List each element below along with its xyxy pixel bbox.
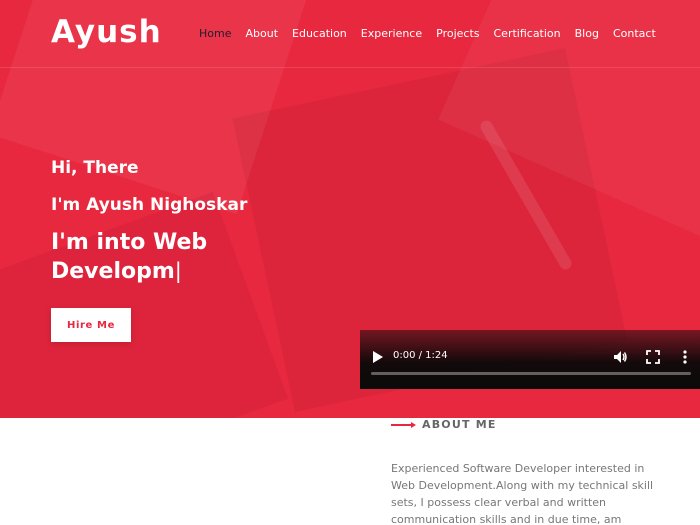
nav-item-home[interactable]: Home bbox=[199, 27, 231, 40]
background-shape bbox=[0, 191, 288, 418]
nav-item-blog[interactable]: Blog bbox=[575, 27, 599, 40]
video-player[interactable]: 0:00 / 1:24 bbox=[360, 330, 700, 389]
nav-item-certification[interactable]: Certification bbox=[494, 27, 561, 40]
nav-item-experience[interactable]: Experience bbox=[361, 27, 422, 40]
hero-name: I'm Ayush Nighoskar bbox=[51, 195, 248, 215]
hero-greeting: Hi, There bbox=[51, 158, 139, 178]
hire-me-button[interactable]: Hire Me bbox=[51, 308, 131, 342]
volume-icon[interactable] bbox=[612, 349, 628, 365]
typing-cursor: | bbox=[174, 259, 182, 283]
nav-item-about[interactable]: About bbox=[245, 27, 278, 40]
nav-item-contact[interactable]: Contact bbox=[613, 27, 656, 40]
video-time: 0:00 / 1:24 bbox=[393, 350, 448, 361]
site-logo[interactable]: Ayush bbox=[51, 14, 162, 50]
nav-item-projects[interactable]: Projects bbox=[436, 27, 479, 40]
nav-item-education[interactable]: Education bbox=[292, 27, 347, 40]
about-heading-arrow-icon bbox=[411, 422, 416, 428]
hero-section: Ayush Home About Education Experience Pr… bbox=[0, 0, 700, 418]
about-heading-line bbox=[391, 424, 413, 426]
video-progress-bar[interactable] bbox=[371, 372, 691, 375]
header-divider bbox=[0, 67, 700, 68]
about-description: Experienced Software Developer intereste… bbox=[391, 462, 654, 525]
typed-text: I'm into Web Developm bbox=[51, 230, 208, 284]
more-options-icon[interactable] bbox=[680, 349, 690, 365]
fullscreen-icon[interactable] bbox=[646, 350, 660, 364]
about-heading: ABOUT ME bbox=[422, 418, 497, 431]
play-icon[interactable] bbox=[372, 350, 384, 364]
hero-typed-text: I'm into Web Developm| bbox=[51, 228, 311, 286]
main-nav: Home About Education Experience Projects… bbox=[199, 27, 656, 40]
